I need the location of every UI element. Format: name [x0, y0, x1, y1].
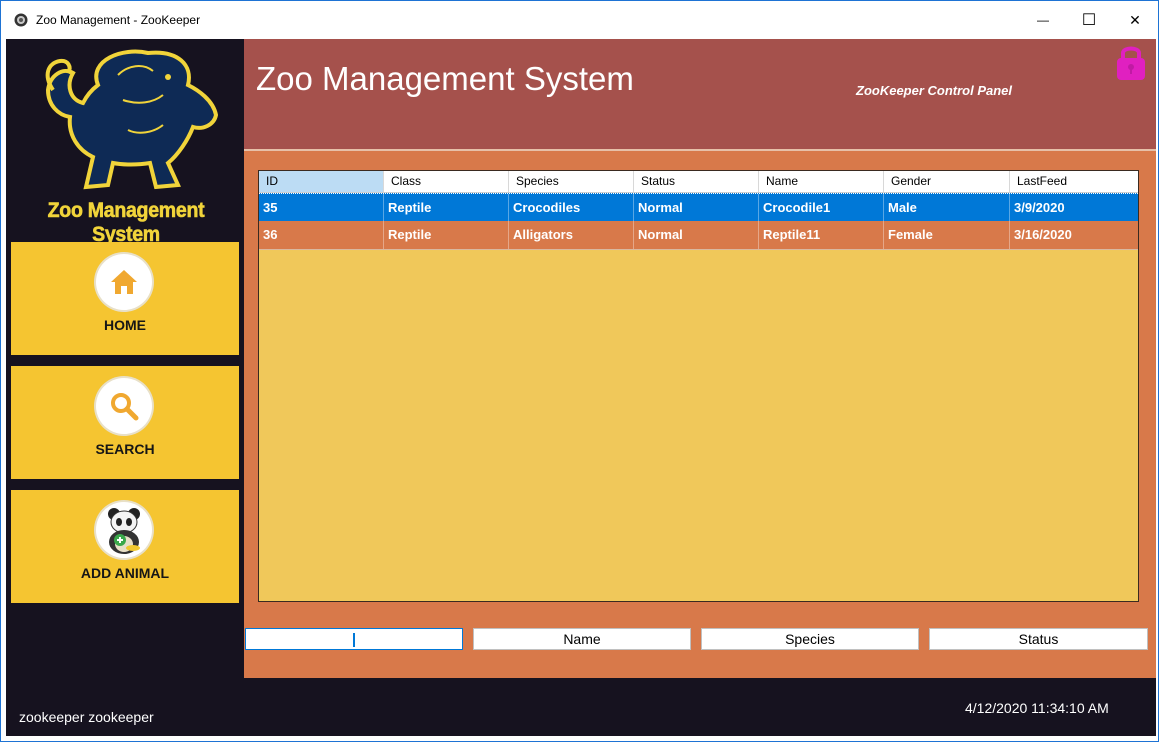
- minimize-icon: —: [1037, 13, 1049, 27]
- lion-app-icon: [14, 13, 28, 27]
- search-icon-circle: [96, 378, 152, 434]
- species-filter-input[interactable]: Species: [701, 628, 919, 650]
- cell-lastfeed[interactable]: 3/9/2020: [1010, 194, 1138, 222]
- column-header-gender[interactable]: Gender: [884, 171, 1010, 192]
- cell-id[interactable]: 35: [259, 194, 384, 222]
- add-animal-button[interactable]: ADD ANIMAL: [11, 490, 239, 603]
- logo-text: Zoo Management System: [47, 199, 205, 247]
- grid-header: ID Class Species Status Name Gender Last…: [259, 171, 1138, 193]
- main-panel: Zoo Management System ZooKeeper Control …: [244, 39, 1156, 678]
- add-animal-button-label: ADD ANIMAL: [80, 565, 170, 581]
- maximize-button[interactable]: ☐: [1066, 1, 1112, 39]
- client-area: Zoo Management System HOME SEARCH ADD AN…: [6, 39, 1156, 736]
- cell-species[interactable]: Crocodiles: [509, 194, 634, 222]
- search-icon: [111, 393, 139, 421]
- logged-in-user: zookeeper zookeeper: [19, 709, 154, 725]
- name-filter-input[interactable]: Name: [473, 628, 691, 650]
- minimize-button[interactable]: —: [1020, 1, 1066, 39]
- cell-species[interactable]: Alligators: [509, 221, 634, 249]
- cell-class[interactable]: Reptile: [384, 221, 509, 249]
- animal-grid[interactable]: ID Class Species Status Name Gender Last…: [258, 170, 1139, 602]
- maximize-icon: ☐: [1081, 12, 1097, 29]
- status-filter-input[interactable]: Status: [929, 628, 1148, 650]
- table-row[interactable]: 36 Reptile Alligators Normal Reptile11 F…: [259, 221, 1138, 250]
- cell-id[interactable]: 36: [259, 221, 384, 249]
- page-title: Zoo Management System: [256, 60, 634, 97]
- id-filter-input[interactable]: [245, 628, 463, 650]
- window-title: Zoo Management - ZooKeeper: [36, 13, 201, 27]
- status-bar: 4/12/2020 11:34:10 AM: [244, 678, 1156, 736]
- column-header-id[interactable]: ID: [259, 171, 384, 192]
- column-header-status[interactable]: Status: [634, 171, 759, 192]
- column-header-lastfeed[interactable]: LastFeed: [1010, 171, 1138, 192]
- column-header-name[interactable]: Name: [759, 171, 884, 192]
- close-button[interactable]: ✕: [1112, 1, 1158, 39]
- header: Zoo Management System ZooKeeper Control …: [244, 39, 1156, 151]
- lock-icon[interactable]: [1115, 43, 1147, 81]
- column-header-class[interactable]: Class: [384, 171, 509, 192]
- cell-gender[interactable]: Male: [884, 194, 1010, 222]
- home-icon-circle: [96, 254, 152, 310]
- cell-gender[interactable]: Female: [884, 221, 1010, 249]
- cell-status[interactable]: Normal: [634, 221, 759, 249]
- panda-add-icon: [108, 508, 140, 554]
- page-subtitle: ZooKeeper Control Panel: [856, 83, 1013, 98]
- title-bar[interactable]: Zoo Management - ZooKeeper — ☐ ✕: [1, 1, 1158, 39]
- panda-add-icon-circle: [96, 502, 152, 558]
- cell-lastfeed[interactable]: 3/16/2020: [1010, 221, 1138, 249]
- home-icon: [111, 270, 137, 294]
- current-datetime: 4/12/2020 11:34:10 AM: [965, 700, 1109, 716]
- close-icon: ✕: [1129, 11, 1141, 28]
- column-header-species[interactable]: Species: [509, 171, 634, 192]
- table-row[interactable]: 35 Reptile Crocodiles Normal Crocodile1 …: [259, 193, 1138, 223]
- cell-name[interactable]: Reptile11: [759, 221, 884, 249]
- lion-logo-icon: [45, 49, 219, 190]
- home-button-label: HOME: [104, 317, 146, 333]
- cell-class[interactable]: Reptile: [384, 194, 509, 222]
- text-cursor: [353, 633, 355, 648]
- cell-name[interactable]: Crocodile1: [759, 194, 884, 222]
- home-button[interactable]: HOME: [11, 242, 239, 355]
- search-button-label: SEARCH: [95, 441, 155, 457]
- app-window: Zoo Management - ZooKeeper — ☐ ✕ Zoo Man…: [0, 0, 1159, 742]
- cell-status[interactable]: Normal: [634, 194, 759, 222]
- sidebar: Zoo Management System HOME SEARCH ADD AN…: [6, 39, 244, 736]
- search-button[interactable]: SEARCH: [11, 366, 239, 479]
